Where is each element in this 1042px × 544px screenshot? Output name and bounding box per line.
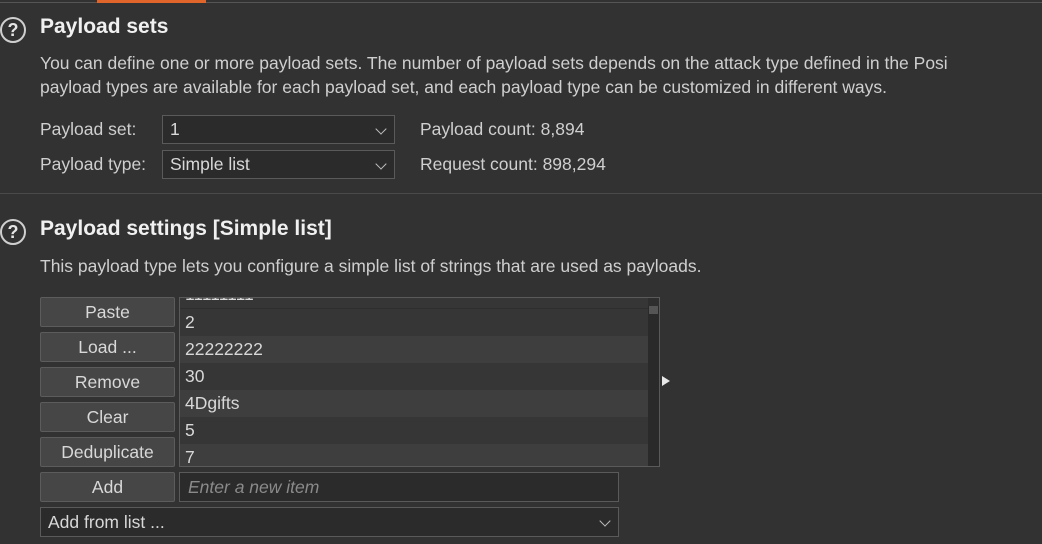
- add-from-list-label: Add from list ...: [48, 512, 165, 532]
- payload-set-select[interactable]: 1: [162, 115, 395, 144]
- list-scrollbar[interactable]: [648, 306, 659, 466]
- paste-button[interactable]: Paste: [40, 297, 175, 327]
- list-item[interactable]: 5: [180, 417, 648, 444]
- payload-settings-description: This payload type lets you configure a s…: [40, 256, 702, 276]
- help-icon[interactable]: ?: [0, 17, 26, 43]
- chevron-down-icon: [375, 123, 387, 135]
- list-item[interactable]: 2: [180, 309, 648, 336]
- scrollbar-thumb[interactable]: [649, 306, 658, 314]
- active-tab-indicator: [97, 0, 206, 3]
- load-button[interactable]: Load ...: [40, 332, 175, 362]
- list-item[interactable]: 4Dgifts: [180, 390, 648, 417]
- request-count: Request count: 898,294: [420, 154, 606, 174]
- add-button[interactable]: Add: [40, 472, 175, 502]
- payload-set-label: Payload set:: [40, 119, 137, 139]
- payload-sets-description-line1: You can define one or more payload sets.…: [40, 53, 948, 73]
- new-item-input[interactable]: [179, 472, 619, 502]
- payload-sets-title: Payload sets: [40, 15, 169, 38]
- chevron-down-icon: [599, 515, 611, 527]
- clear-button[interactable]: Clear: [40, 402, 175, 432]
- payload-type-select[interactable]: Simple list: [162, 150, 395, 179]
- payload-sets-description-line2: payload types are available for each pay…: [40, 77, 888, 97]
- payload-settings-title: Payload settings [Simple list]: [40, 217, 332, 240]
- payload-count: Payload count: 8,894: [420, 119, 585, 139]
- remove-button[interactable]: Remove: [40, 367, 175, 397]
- deduplicate-button[interactable]: Deduplicate: [40, 437, 175, 467]
- list-item[interactable]: 11111111: [180, 298, 648, 308]
- add-from-list-select[interactable]: Add from list ...: [40, 507, 619, 537]
- section-divider: [0, 193, 1042, 194]
- payload-type-label: Payload type:: [40, 154, 147, 174]
- payload-type-value: Simple list: [170, 154, 250, 174]
- list-item[interactable]: 22222222: [180, 336, 648, 363]
- help-icon[interactable]: ?: [0, 219, 26, 245]
- list-item[interactable]: 30: [180, 363, 648, 390]
- chevron-down-icon: [375, 158, 387, 170]
- list-item[interactable]: 7: [180, 444, 648, 466]
- payload-list[interactable]: 11111111 2 22222222 30 4Dgifts 5 7: [179, 297, 660, 467]
- cursor-pointer-icon: [662, 376, 670, 386]
- payload-set-value: 1: [170, 119, 180, 139]
